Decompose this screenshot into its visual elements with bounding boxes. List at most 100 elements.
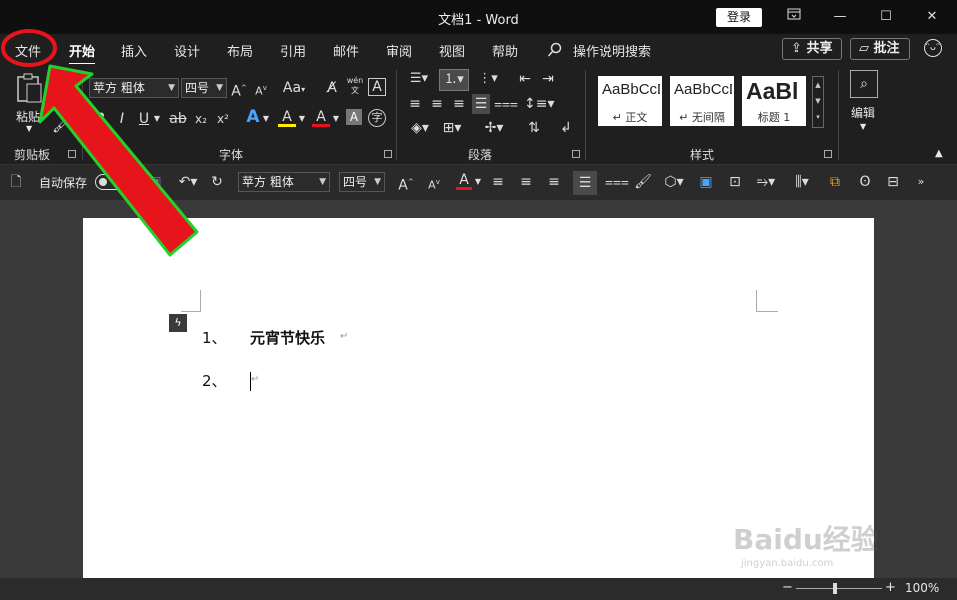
tab-insert[interactable]: 插入 — [121, 41, 147, 60]
distributed-icon[interactable]: ⩶ — [494, 94, 518, 114]
bold-button[interactable]: B — [93, 109, 107, 129]
grow-font-icon[interactable]: A^ — [398, 172, 414, 196]
zoom-out-button[interactable]: − — [782, 580, 793, 595]
show-marks-icon[interactable]: ↲ — [556, 118, 576, 138]
change-case-icon[interactable]: Aa▾ — [280, 78, 308, 100]
subscript-button[interactable]: x₂ — [193, 109, 209, 129]
font-color-icon[interactable]: A — [456, 170, 472, 190]
share-button[interactable]: ⇪ 共享 — [782, 38, 842, 60]
tab-mailings[interactable]: 邮件 — [333, 41, 359, 60]
decrease-indent-icon[interactable]: ⇤ — [515, 69, 535, 89]
tab-references[interactable]: 引用 — [280, 41, 306, 60]
clipboard-launcher-icon[interactable] — [68, 150, 76, 158]
format-painter-icon[interactable]: 🖌 — [52, 116, 70, 136]
tab-help[interactable]: 帮助 — [492, 41, 518, 60]
phonetic-guide-icon[interactable]: wén 文 — [346, 76, 364, 96]
autosave-toggle[interactable]: 关 — [95, 174, 135, 190]
align-center-icon[interactable]: ≡ — [428, 94, 446, 114]
shapes-icon[interactable]: ⬡▾ — [660, 172, 688, 192]
distributed-icon[interactable]: ⩶ — [605, 172, 629, 192]
new-document-icon[interactable]: 🗋 — [8, 172, 24, 192]
highlight-icon[interactable]: A — [278, 107, 296, 127]
document-page[interactable]: ϟ 1、 元宵节快乐 ↵ 2、 ↵ Baidu经验 jingyan.baidu.… — [83, 218, 879, 578]
tab-design[interactable]: 设计 — [174, 41, 200, 60]
zoom-slider[interactable] — [796, 583, 882, 594]
tab-file[interactable]: 文件 — [15, 41, 41, 60]
shrink-font-icon[interactable]: Av — [253, 78, 269, 102]
grow-font-icon[interactable]: A^ — [231, 78, 247, 102]
align-objects-icon[interactable]: ⫼▾ — [788, 172, 816, 192]
justify-icon[interactable]: ☰ — [472, 94, 490, 114]
character-border-icon[interactable]: A — [368, 78, 386, 96]
chevron-down-icon[interactable]: ▼ — [298, 109, 306, 129]
character-shading-icon[interactable]: A — [346, 109, 362, 125]
align-left-icon[interactable]: ≡ — [489, 172, 507, 192]
shading-icon[interactable]: ◈▾ — [406, 118, 434, 138]
style-normal[interactable]: AaBbCcDc ↵ 正文 — [598, 76, 662, 126]
zoom-slider-thumb[interactable] — [833, 583, 837, 594]
shrink-font-icon[interactable]: Av — [426, 172, 442, 196]
sort-icon[interactable]: ⇅ — [524, 118, 544, 138]
feedback-smiley-icon[interactable]: ᵔᴗᵔ — [924, 39, 942, 57]
format-painter-icon[interactable]: 🖌 — [634, 172, 652, 192]
save-icon[interactable]: ▣ — [146, 172, 164, 192]
editing-button[interactable]: ⌕ 编辑 ▼ — [848, 70, 880, 136]
tab-home[interactable]: 开始 — [69, 41, 96, 66]
align-grid-icon[interactable]: ⊟ — [884, 172, 902, 192]
paragraph-launcher-icon[interactable] — [572, 150, 580, 158]
chevron-down-icon[interactable]: ▼ — [332, 109, 340, 129]
style-heading-1[interactable]: AaBl 标题 1 — [742, 76, 806, 126]
numbering-icon[interactable]: ⒈▾ — [439, 69, 469, 91]
login-button[interactable]: 登录 — [716, 8, 762, 27]
font-name-combo[interactable]: 苹方 粗体 ▼ — [89, 78, 179, 98]
align-left-icon[interactable]: ≡ — [406, 94, 424, 114]
maximize-button[interactable]: ☐ — [863, 0, 909, 34]
chevron-down-icon[interactable]: ▼ — [262, 109, 270, 129]
underline-button[interactable]: U — [137, 109, 151, 129]
collapse-ribbon-icon[interactable]: ▲ — [935, 148, 943, 159]
increase-indent-icon[interactable]: ⇥ — [538, 69, 558, 89]
strikethrough-button[interactable]: ab — [169, 109, 187, 129]
chevron-down-icon[interactable]: ▼ — [152, 109, 162, 129]
styles-scroll[interactable]: ▲ ▼ ▾ — [812, 76, 824, 128]
style-no-spacing[interactable]: AaBbCcDc ↵ 无间隔 — [670, 76, 734, 126]
align-right-icon[interactable]: ≡ — [545, 172, 563, 192]
font-launcher-icon[interactable] — [384, 150, 392, 158]
minimize-button[interactable]: — — [817, 0, 863, 34]
font-color-icon[interactable]: A — [312, 107, 330, 127]
bring-forward-icon[interactable]: ⧉ — [826, 172, 844, 192]
clear-formatting-icon[interactable]: A̸ — [323, 78, 341, 98]
autocorrect-lightning-icon[interactable]: ϟ — [169, 314, 187, 332]
more-commands-icon[interactable]: » — [914, 172, 928, 192]
borders-icon[interactable]: ⊞▾ — [438, 118, 466, 138]
tab-view[interactable]: 视图 — [439, 41, 465, 60]
wrap-text-icon[interactable]: ⥱▾ — [752, 172, 780, 192]
list-text[interactable]: 元宵节快乐 — [250, 327, 325, 348]
styles-launcher-icon[interactable] — [824, 150, 832, 158]
italic-button[interactable]: I — [115, 109, 129, 129]
asian-layout-icon[interactable]: ✢▾ — [480, 118, 508, 138]
multilevel-list-icon[interactable]: ⋮▾ — [474, 69, 502, 89]
picture-icon[interactable]: ⊡ — [726, 172, 744, 192]
enclose-characters-icon[interactable]: 字 — [368, 109, 386, 127]
read-aloud-icon[interactable]: ʘ — [856, 172, 874, 192]
font-size-combo[interactable]: 四号 ▼ — [181, 78, 227, 98]
superscript-button[interactable]: x² — [215, 109, 231, 129]
chevron-down-icon[interactable]: ▼ — [474, 172, 482, 192]
zoom-level[interactable]: 100% — [905, 581, 939, 595]
bullets-icon[interactable]: ☰▾ — [406, 69, 432, 89]
tab-review[interactable]: 审阅 — [386, 41, 412, 60]
line-spacing-icon[interactable]: ↕≡▾ — [524, 94, 555, 114]
ribbon-display-icon[interactable] — [771, 0, 817, 34]
comments-button[interactable]: ▱ 批注 — [850, 38, 910, 60]
redo-icon[interactable]: ↻ — [208, 172, 226, 192]
close-button[interactable]: ✕ — [909, 0, 955, 34]
qat-font-size-combo[interactable]: 四号 ▼ — [339, 172, 385, 192]
align-center-icon[interactable]: ≡ — [517, 172, 535, 192]
copy-icon[interactable]: ⧉ — [52, 92, 70, 112]
qat-font-name-combo[interactable]: 苹方 粗体 ▼ — [238, 172, 330, 192]
align-right-icon[interactable]: ≡ — [450, 94, 468, 114]
text-box-icon[interactable]: ▣ — [697, 172, 715, 192]
justify-icon[interactable]: ☰ — [573, 171, 597, 195]
tab-layout[interactable]: 布局 — [227, 41, 253, 60]
